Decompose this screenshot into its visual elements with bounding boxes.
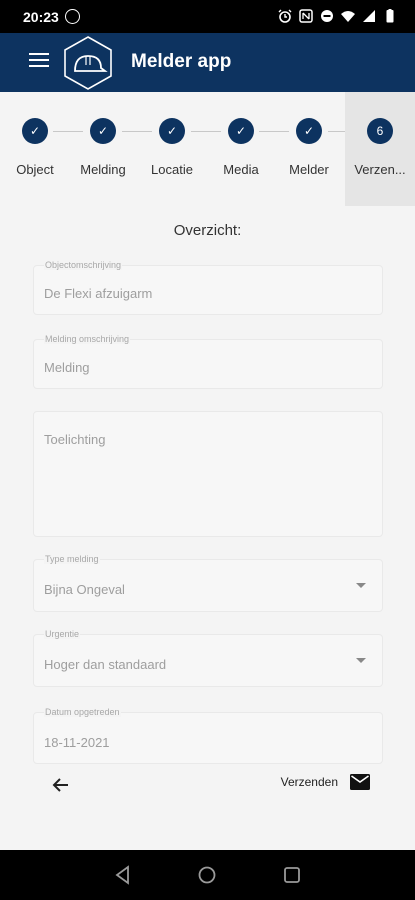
system-nav-bar (0, 850, 415, 900)
report-type-select[interactable]: Type melding Bijna Ongeval (33, 554, 383, 612)
stepper: ✓ Object ✓ Melding ✓ Locatie ✓ Media ✓ M… (0, 92, 415, 206)
action-row: Verzenden (0, 764, 415, 806)
whatsapp-icon (65, 9, 80, 24)
overview-title: Overzicht: (173, 222, 242, 239)
field-value: Bijna Ongeval (44, 582, 125, 597)
chevron-down-icon (356, 583, 366, 588)
date-occurred-field[interactable]: Datum opgetreden 18-11-2021 (33, 707, 383, 764)
field-value: 18-11-2021 (44, 735, 110, 750)
step-label: Object (16, 162, 54, 177)
step-melder[interactable]: ✓ Melder (274, 92, 344, 206)
step-label: Melder (289, 162, 329, 177)
nfc-icon (299, 9, 313, 23)
check-icon: ✓ (228, 118, 254, 144)
alarm-icon (278, 9, 292, 23)
send-button[interactable]: Verzenden (281, 774, 370, 790)
check-icon: ✓ (22, 118, 48, 144)
step-object[interactable]: ✓ Object (0, 92, 70, 206)
check-icon: ✓ (90, 118, 116, 144)
step-label: Locatie (151, 162, 193, 177)
helmet-logo-icon (64, 36, 112, 90)
field-label: Type melding (44, 554, 100, 564)
app-bar: Melder app (0, 33, 415, 92)
status-icons (278, 9, 397, 23)
field-value: De Flexi afzuigarm (44, 286, 153, 301)
step-number: 6 (367, 118, 393, 144)
app-title: Melder app (131, 51, 232, 72)
field-label: Melding omschrijving (44, 334, 131, 344)
battery-icon (386, 9, 394, 23)
send-label: Verzenden (280, 775, 338, 789)
check-icon: ✓ (296, 118, 322, 144)
step-verzenden[interactable]: 6 Verzen... (345, 92, 415, 206)
step-media[interactable]: ✓ Media (206, 92, 276, 206)
explanation-placeholder: Toelichting (44, 432, 106, 447)
signal-icon (363, 10, 375, 22)
urgency-select[interactable]: Urgentie Hoger dan standaard (33, 629, 383, 687)
step-label: Media (223, 162, 259, 177)
explanation-textarea[interactable]: Toelichting (33, 411, 383, 537)
nav-recents-icon[interactable] (282, 865, 302, 885)
field-label: Datum opgetreden (44, 707, 121, 717)
field-value: Hoger dan standaard (44, 657, 167, 672)
step-label: Verzen... (354, 162, 406, 177)
report-description-field[interactable]: Melding omschrijving Melding (33, 334, 383, 389)
dnd-icon (321, 10, 333, 22)
step-melding[interactable]: ✓ Melding (68, 92, 138, 206)
field-value: Melding (44, 360, 90, 375)
nav-back-icon[interactable] (113, 865, 133, 885)
status-time: 20:23 (23, 9, 59, 25)
back-arrow-icon[interactable] (50, 774, 72, 796)
object-description-field[interactable]: Objectomschrijving De Flexi afzuigarm (33, 260, 383, 315)
menu-icon[interactable] (29, 53, 49, 69)
status-bar: 20:23 (0, 0, 415, 33)
step-locatie[interactable]: ✓ Locatie (137, 92, 207, 206)
field-label: Objectomschrijving (44, 260, 123, 270)
step-label: Melding (80, 162, 126, 177)
nav-home-icon[interactable] (197, 865, 217, 885)
chevron-down-icon (356, 658, 366, 663)
check-icon: ✓ (159, 118, 185, 144)
mail-icon (350, 774, 370, 790)
field-label: Urgentie (44, 629, 81, 639)
wifi-icon (341, 11, 355, 22)
